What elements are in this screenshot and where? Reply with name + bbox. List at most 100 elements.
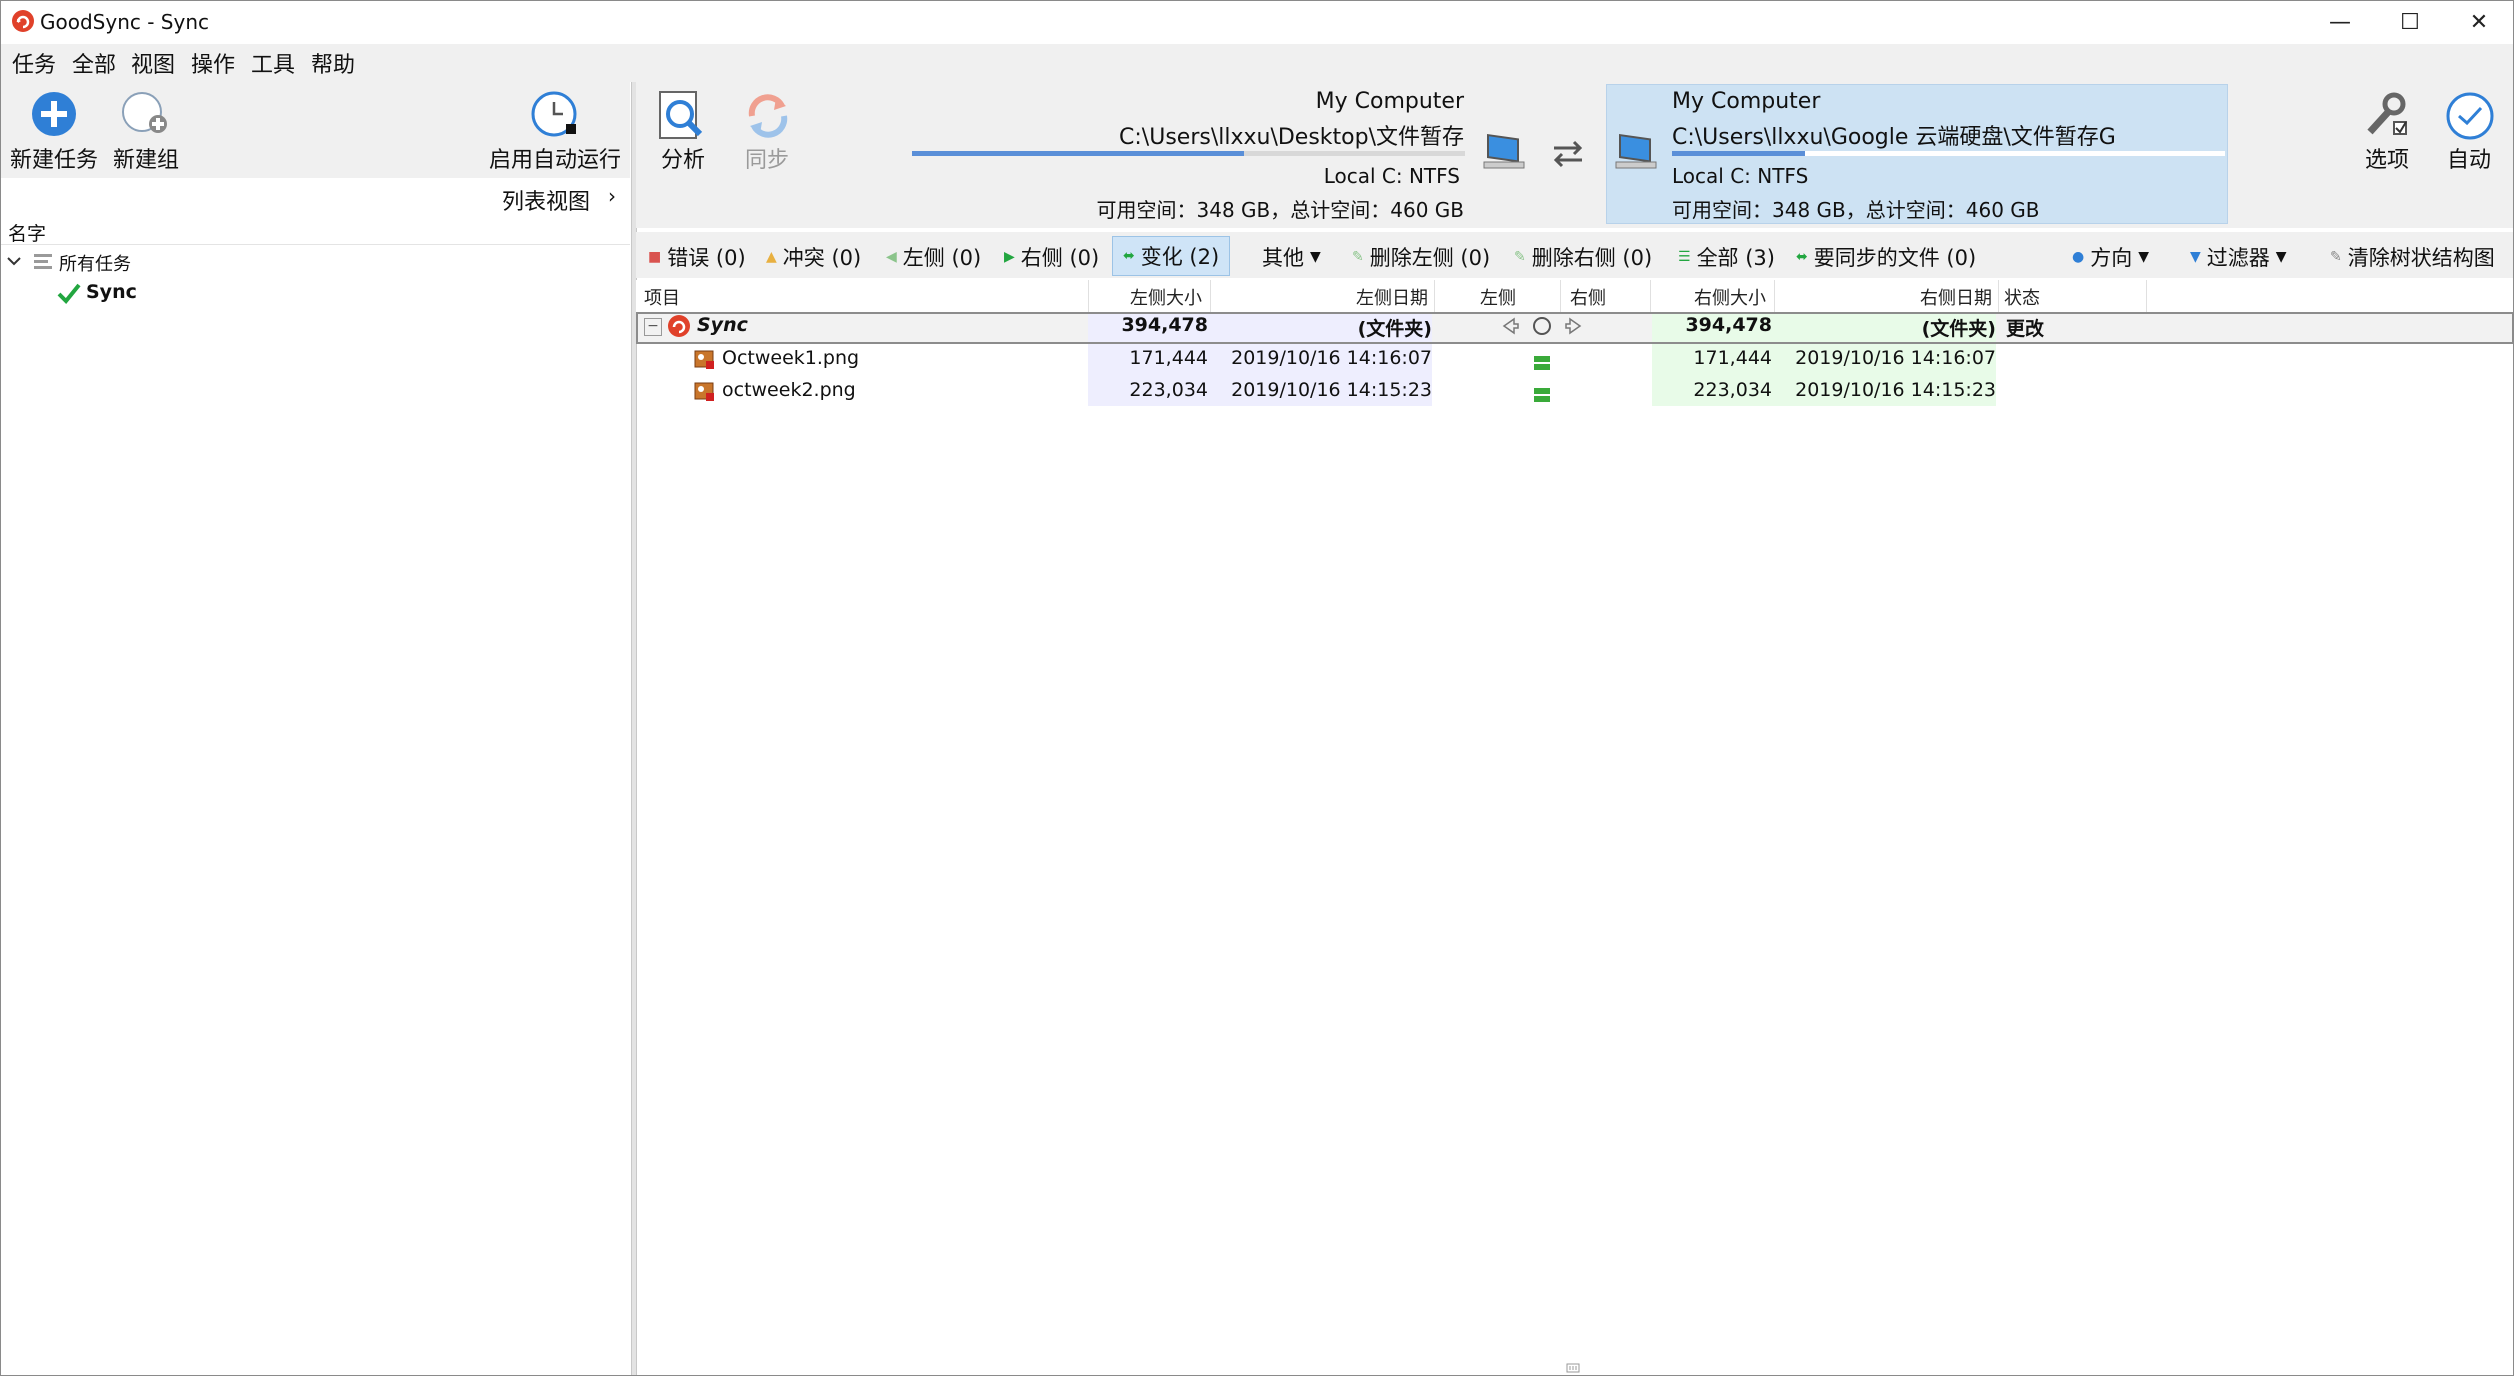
plus-circle-icon	[30, 90, 78, 138]
col-right-date[interactable]: 右侧日期	[1800, 284, 1992, 310]
filter-conflicts-label: 冲突 (0)	[782, 246, 862, 270]
menu-view[interactable]: 视图	[131, 47, 175, 79]
col-status[interactable]: 状态	[2004, 284, 2040, 310]
row-name: octweek2.png	[722, 379, 856, 401]
filter-delete-right[interactable]: ✎ 删除右侧 (0)	[1514, 242, 1652, 272]
filter-errors[interactable]: ■ 错误 (0)	[648, 242, 746, 272]
direction-dropdown[interactable]: ● 方向 ▼	[2072, 242, 2149, 272]
group-add-icon	[120, 90, 170, 138]
filter-to-sync-label: 要同步的文件 (0)	[1813, 246, 1977, 270]
sync-button[interactable]: 同步	[734, 88, 800, 178]
column-divider[interactable]	[1560, 280, 1561, 312]
chevron-down-icon[interactable]	[4, 251, 32, 273]
close-button[interactable]: ✕	[2444, 0, 2514, 44]
direction-icon: ●	[2072, 249, 2085, 265]
new-group-button[interactable]: 新建组	[106, 84, 186, 176]
list-view-toggle[interactable]: 列表视图	[502, 184, 590, 216]
tree-item-sync[interactable]: Sync	[86, 281, 137, 303]
maximize-button[interactable]: ☐	[2375, 0, 2445, 44]
sync-label: 同步	[744, 148, 789, 173]
direction-label: 方向	[2090, 246, 2133, 270]
sync-arrows-icon	[742, 90, 794, 142]
new-job-button[interactable]: 新建任务	[6, 84, 102, 176]
column-divider[interactable]	[1774, 280, 1775, 312]
col-item[interactable]: 项目	[644, 284, 680, 310]
tree-header-name: 名字	[8, 223, 47, 245]
row-right-date: 2019/10/16 14:16:07	[1795, 347, 1996, 369]
row-name: Octweek1.png	[722, 347, 860, 369]
skip-circle-icon[interactable]	[1530, 314, 1554, 338]
filter-to-sync[interactable]: ⬌ 要同步的文件 (0)	[1796, 242, 1976, 272]
dropdown-arrow-icon: ▼	[2275, 249, 2287, 265]
goodsync-logo-icon	[11, 9, 35, 33]
row-right-size: 223,034	[1693, 379, 1772, 401]
collapse-toggle-icon[interactable]: −	[644, 318, 662, 336]
filter-right[interactable]: ▶ 右侧 (0)	[1004, 242, 1099, 272]
copy-left-arrow-icon[interactable]	[1498, 314, 1522, 338]
row-left-size: 394,478	[1121, 314, 1208, 336]
table-row[interactable]	[636, 344, 2514, 376]
column-divider[interactable]	[1650, 280, 1651, 312]
clear-tree-button[interactable]: ✎ 清除树状结构图	[2330, 242, 2495, 272]
col-left[interactable]: 左侧	[1480, 284, 1516, 310]
filter-other-dropdown[interactable]: 其他 ▼	[1262, 242, 1321, 272]
column-divider[interactable]	[2146, 280, 2147, 312]
column-divider[interactable]	[1210, 280, 1211, 312]
left-folder-path[interactable]: C:\Users\llxxu\Desktop\文件暂存	[1000, 119, 1464, 151]
clock-check-icon	[2444, 90, 2496, 142]
row-right-size: 171,444	[1693, 347, 1772, 369]
direction-arrows-icon[interactable]	[1548, 134, 1588, 174]
image-file-icon	[694, 350, 716, 370]
tree-item-all-jobs[interactable]: 所有任务	[59, 250, 131, 276]
filter-delete-right-label: 删除右侧 (0)	[1531, 246, 1653, 270]
copy-right-arrow-icon[interactable]	[1562, 314, 1586, 338]
row-left-size: 223,034	[1129, 379, 1208, 401]
tree-header-divider	[0, 244, 630, 245]
row-right-date: (文件夹)	[1921, 318, 1996, 340]
auto-button[interactable]: 自动	[2434, 88, 2504, 178]
minimize-button[interactable]: —	[2305, 0, 2375, 44]
col-left-size[interactable]: 左侧大小	[1090, 284, 1202, 310]
right-computer-icon	[1612, 128, 1662, 176]
filter-changes[interactable]: ⬌ 变化 (2)	[1112, 236, 1231, 276]
col-left-date[interactable]: 左侧日期	[1250, 284, 1428, 310]
enable-auto-run-button[interactable]: 启用自动运行	[484, 84, 626, 176]
checkmark-icon	[56, 281, 82, 305]
right-disk-space: 可用空间：348 GB，总计空间：460 GB	[1672, 198, 2040, 222]
filter-conflicts[interactable]: ▲ 冲突 (0)	[766, 242, 861, 272]
analyze-button[interactable]: 分析	[650, 88, 716, 178]
job-list-icon	[32, 251, 56, 271]
column-divider[interactable]	[1998, 280, 1999, 312]
filter-delete-left[interactable]: ✎ 删除左侧 (0)	[1352, 242, 1490, 272]
right-folder-path[interactable]: C:\Users\llxxu\Google 云端硬盘\文件暂存G	[1672, 119, 2116, 151]
equal-status-icon	[1534, 384, 1550, 402]
menu-tools[interactable]: 工具	[251, 47, 295, 79]
table-row[interactable]	[636, 376, 2514, 408]
col-right[interactable]: 右侧	[1570, 284, 1606, 310]
delete-left-icon: ✎	[1352, 249, 1364, 265]
left-filesystem: Local C: NTFS	[1323, 164, 1460, 188]
filter-all[interactable]: ☰ 全部 (3)	[1678, 242, 1775, 272]
options-button[interactable]: 选项	[2352, 88, 2422, 178]
job-tree-panel	[0, 82, 630, 1376]
options-label: 选项	[2364, 148, 2409, 173]
eraser-icon: ✎	[2330, 249, 2342, 265]
row-right-date: 2019/10/16 14:15:23	[1795, 379, 1996, 401]
filter-left[interactable]: ◀ 左侧 (0)	[886, 242, 981, 272]
splitter-grip-icon[interactable]	[1566, 1354, 1580, 1373]
menu-all[interactable]: 全部	[72, 47, 116, 79]
menu-job[interactable]: 任务	[12, 47, 56, 79]
menu-help[interactable]: 帮助	[311, 47, 355, 79]
column-divider[interactable]	[1088, 280, 1089, 312]
menu-actions[interactable]: 操作	[191, 47, 235, 79]
new-job-label: 新建任务	[9, 148, 98, 173]
magnifier-document-icon	[656, 90, 708, 142]
col-right-size[interactable]: 右侧大小	[1652, 284, 1766, 310]
left-computer-icon	[1480, 128, 1530, 176]
filter-label: 过滤器	[2206, 246, 2270, 270]
clock-icon	[530, 90, 582, 138]
filter-dropdown[interactable]: ▼ 过滤器 ▼	[2190, 242, 2287, 272]
filter-left-label: 左侧 (0)	[902, 246, 982, 270]
chevron-right-icon[interactable]: ›	[608, 184, 616, 208]
column-divider[interactable]	[1434, 280, 1435, 312]
